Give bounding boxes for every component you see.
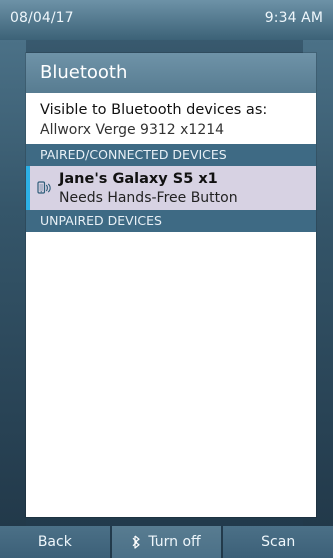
visible-label: Visible to Bluetooth devices as:	[40, 102, 268, 118]
turn-off-button-label: Turn off	[148, 534, 201, 550]
bluetooth-icon	[132, 535, 142, 549]
device-status: Needs Hands-Free Button	[59, 190, 238, 206]
bluetooth-panel: Bluetooth Visible to Bluetooth devices a…	[26, 53, 316, 517]
left-frame	[0, 40, 26, 526]
paired-device-row[interactable]: Jane's Galaxy S5 x1 Needs Hands-Free But…	[26, 166, 316, 210]
status-date: 08/04/17	[10, 10, 74, 26]
scan-button-label: Scan	[261, 534, 296, 550]
scan-button[interactable]: Scan	[223, 526, 333, 558]
visible-value: Allworx Verge 9312 x1214	[40, 122, 225, 138]
visibility-info: Visible to Bluetooth devices as: Allworx…	[26, 93, 316, 144]
back-button[interactable]: Back	[0, 526, 110, 558]
paired-devices-header: PAIRED/CONNECTED DEVICES	[26, 144, 316, 166]
turn-off-button[interactable]: Turn off	[111, 526, 222, 558]
unpaired-devices-header: UNPAIRED DEVICES	[26, 210, 316, 232]
unpaired-devices-list	[26, 232, 316, 484]
back-button-label: Back	[37, 534, 72, 550]
device-name: Jane's Galaxy S5 x1	[59, 171, 218, 187]
phone-bluetooth-icon	[36, 179, 54, 197]
status-time: 9:34 AM	[264, 10, 323, 26]
status-bar: 08/04/17 9:34 AM	[0, 0, 333, 40]
page-title: Bluetooth	[26, 53, 316, 93]
softkey-bar: Back Turn off Scan	[0, 526, 333, 558]
